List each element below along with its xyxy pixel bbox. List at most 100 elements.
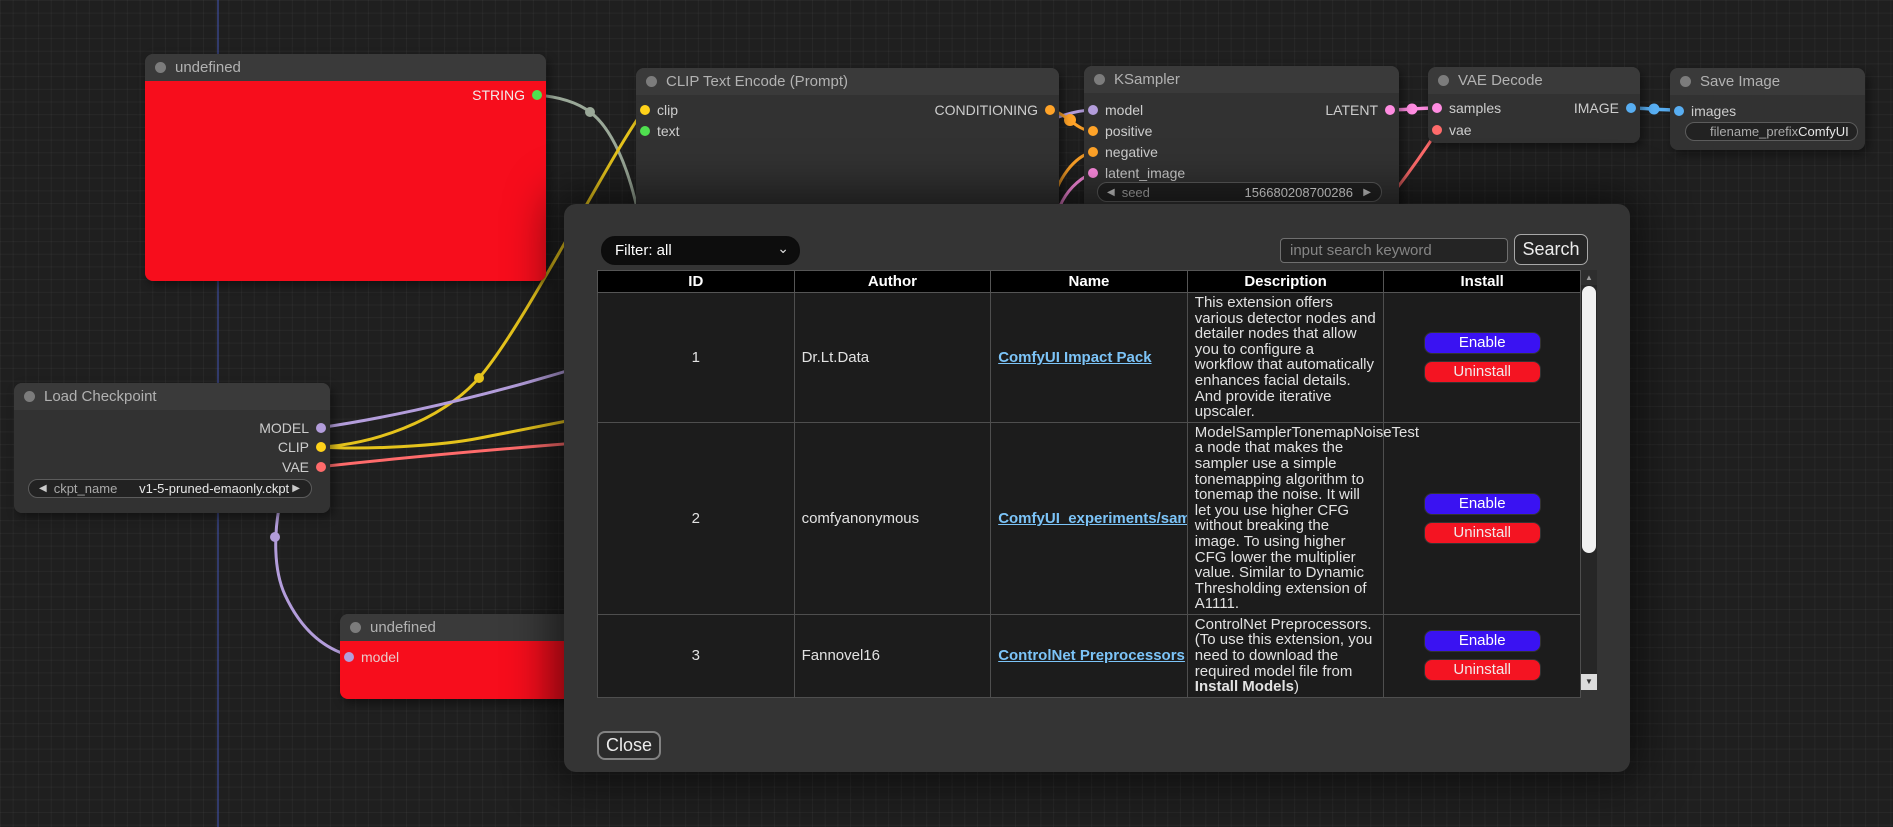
- output-clip[interactable]: CLIP: [278, 440, 330, 454]
- link-dot-clip: [474, 373, 484, 383]
- node-load-checkpoint[interactable]: Load Checkpoint MODEL CLIP VAE ◀ ckpt_na…: [14, 383, 330, 513]
- collapse-dot-icon[interactable]: [1680, 76, 1691, 87]
- vae-output-dot[interactable]: [316, 462, 326, 472]
- clip-input-dot[interactable]: [640, 105, 650, 115]
- close-button[interactable]: Close: [597, 731, 661, 760]
- output-string[interactable]: STRING: [472, 88, 546, 102]
- images-input-dot[interactable]: [1674, 106, 1684, 116]
- input-negative[interactable]: negative: [1084, 145, 1158, 159]
- search-button[interactable]: Search: [1514, 234, 1588, 265]
- seed-widget[interactable]: ◀ seed 156680208700286 ▶: [1097, 182, 1382, 202]
- increment-arrow-icon[interactable]: ▶: [292, 483, 300, 494]
- positive-input-dot[interactable]: [1088, 126, 1098, 136]
- filename-prefix-value[interactable]: ComfyUI: [1798, 124, 1849, 139]
- output-model[interactable]: MODEL: [259, 421, 330, 435]
- input-latent-image[interactable]: latent_image: [1084, 166, 1185, 180]
- uninstall-button[interactable]: Uninstall: [1424, 522, 1541, 544]
- uninstall-button[interactable]: Uninstall: [1424, 361, 1541, 383]
- scroll-up-arrow-icon[interactable]: ▲: [1581, 270, 1597, 285]
- text-input-dot[interactable]: [640, 126, 650, 136]
- output-vae[interactable]: VAE: [282, 460, 330, 474]
- latent-output-dot[interactable]: [1385, 105, 1395, 115]
- extension-link[interactable]: ControlNet Preprocessors: [998, 647, 1185, 664]
- collapse-dot-icon[interactable]: [155, 62, 166, 73]
- link-dot-conditioning: [1064, 114, 1076, 126]
- node-ksampler[interactable]: KSampler model positive negative latent_…: [1084, 66, 1399, 212]
- input-vae[interactable]: vae: [1428, 123, 1472, 137]
- input-model[interactable]: model: [1084, 103, 1143, 117]
- description-text: This extension offers various detector n…: [1195, 294, 1376, 420]
- column-header-name: Name: [991, 271, 1188, 293]
- scrollbar[interactable]: ▲ ▼: [1581, 270, 1597, 690]
- model-input-dot[interactable]: [1088, 105, 1098, 115]
- extension-link[interactable]: ComfyUI_experiments/sampler_tonemap: [998, 510, 1187, 527]
- extensions-table: IDAuthorNameDescriptionInstall 1Dr.Lt.Da…: [597, 270, 1581, 698]
- collapse-dot-icon[interactable]: [646, 76, 657, 87]
- output-conditioning[interactable]: CONDITIONING: [935, 103, 1059, 117]
- vae-input-dot[interactable]: [1432, 125, 1442, 135]
- extension-row: 3Fannovel16ControlNet PreprocessorsContr…: [598, 614, 1581, 697]
- increment-arrow-icon[interactable]: ▶: [1363, 187, 1371, 198]
- decrement-arrow-icon[interactable]: ◀: [39, 483, 47, 494]
- input-model[interactable]: model: [340, 650, 399, 664]
- extension-name: ComfyUI Impact Pack: [991, 293, 1188, 423]
- scrollbar-thumb[interactable]: [1582, 286, 1596, 553]
- extension-id: 3: [598, 614, 795, 697]
- extension-install: Enable Uninstall: [1384, 614, 1581, 697]
- extension-id: 2: [598, 422, 795, 614]
- collapse-dot-icon[interactable]: [350, 622, 361, 633]
- samples-input-dot[interactable]: [1432, 103, 1442, 113]
- clip-output-dot[interactable]: [316, 442, 326, 452]
- output-latent[interactable]: LATENT: [1325, 103, 1399, 117]
- string-output-dot[interactable]: [532, 90, 542, 100]
- collapse-dot-icon[interactable]: [1438, 75, 1449, 86]
- model-input-dot[interactable]: [344, 652, 354, 662]
- uninstall-button[interactable]: Uninstall: [1424, 659, 1541, 681]
- node-title-bar[interactable]: Save Image: [1670, 68, 1865, 95]
- node-vae-decode[interactable]: VAE Decode samples vae IMAGE: [1428, 67, 1640, 143]
- link-dot-latent: [1407, 104, 1418, 115]
- node-title: undefined: [370, 619, 436, 636]
- collapse-dot-icon[interactable]: [24, 391, 35, 402]
- description-text: ControlNet Preprocessors. (To use this e…: [1195, 616, 1373, 680]
- model-output-dot[interactable]: [316, 423, 326, 433]
- input-images[interactable]: images: [1670, 104, 1736, 118]
- search-input[interactable]: [1280, 238, 1508, 263]
- input-text[interactable]: text: [636, 124, 680, 138]
- enable-button[interactable]: Enable: [1424, 493, 1541, 515]
- output-image[interactable]: IMAGE: [1574, 101, 1640, 115]
- ckpt-name-widget[interactable]: ◀ ckpt_name v1-5-pruned-emaonly.ckpt ▶: [28, 479, 312, 498]
- input-clip[interactable]: clip: [636, 103, 678, 117]
- filter-select[interactable]: Filter: all: [601, 236, 800, 265]
- node-title-bar[interactable]: CLIP Text Encode (Prompt): [636, 68, 1059, 95]
- scroll-down-arrow-icon[interactable]: ▼: [1581, 674, 1597, 690]
- node-save-image[interactable]: Save Image images filename_prefix ComfyU…: [1670, 68, 1865, 150]
- node-title: Load Checkpoint: [44, 388, 157, 405]
- enable-button[interactable]: Enable: [1424, 630, 1541, 652]
- image-output-dot[interactable]: [1626, 103, 1636, 113]
- conditioning-output-dot[interactable]: [1045, 105, 1055, 115]
- node-undefined-top[interactable]: undefined STRING: [145, 54, 546, 281]
- node-body: STRING: [145, 81, 546, 281]
- input-samples[interactable]: samples: [1428, 101, 1501, 115]
- collapse-dot-icon[interactable]: [1094, 74, 1105, 85]
- decrement-arrow-icon[interactable]: ◀: [1107, 187, 1115, 198]
- node-title-bar[interactable]: Load Checkpoint: [14, 383, 330, 410]
- extension-link[interactable]: ComfyUI Impact Pack: [998, 349, 1151, 366]
- column-header-description: Description: [1187, 271, 1384, 293]
- node-title-bar[interactable]: undefined: [145, 54, 546, 81]
- ckpt-name-value[interactable]: v1-5-pruned-emaonly.ckpt: [139, 481, 289, 496]
- description-text: ): [1294, 678, 1299, 695]
- seed-label: seed: [1122, 185, 1150, 200]
- extension-author: comfyanonymous: [794, 422, 991, 614]
- node-title-bar[interactable]: KSampler: [1084, 66, 1399, 93]
- column-header-author: Author: [794, 271, 991, 293]
- latent-image-input-dot[interactable]: [1088, 168, 1098, 178]
- node-title-bar[interactable]: VAE Decode: [1428, 67, 1640, 94]
- negative-input-dot[interactable]: [1088, 147, 1098, 157]
- input-positive[interactable]: positive: [1084, 124, 1152, 138]
- enable-button[interactable]: Enable: [1424, 332, 1541, 354]
- node-body: images filename_prefix ComfyUI: [1670, 95, 1865, 150]
- filename-prefix-widget[interactable]: filename_prefix ComfyUI: [1685, 122, 1858, 141]
- seed-value[interactable]: 156680208700286: [1245, 185, 1353, 200]
